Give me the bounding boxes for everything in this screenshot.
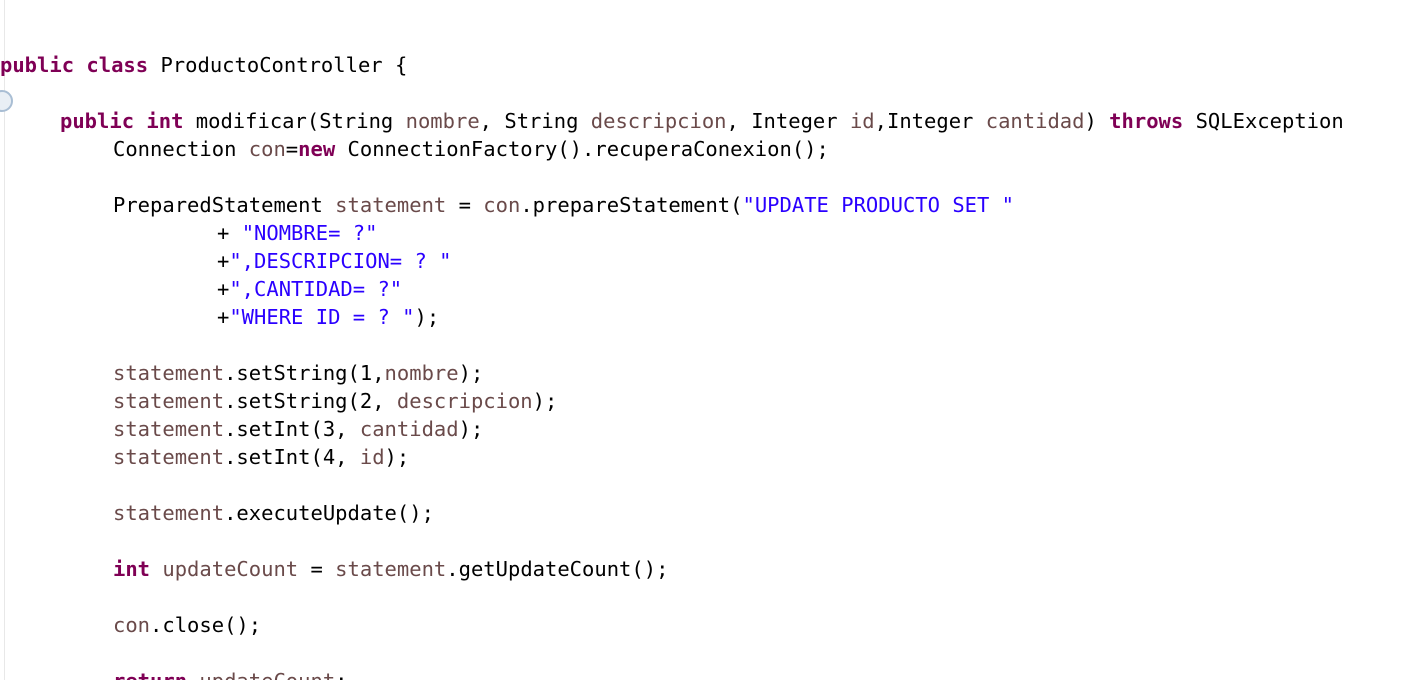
token-kw: int <box>146 108 184 133</box>
line-sql-where[interactable]: +"WHERE ID = ? "); <box>0 303 1418 331</box>
token-pln: Connection <box>113 136 249 161</box>
line-blank-6[interactable] <box>0 583 1418 611</box>
line-connection[interactable]: Connection con=new ConnectionFactory().r… <box>0 135 1418 163</box>
token-str: "UPDATE PRODUCTO SET " <box>742 192 1015 217</box>
line-set-string-2[interactable]: statement.setString(2, descripcion); <box>0 387 1418 415</box>
line-class-decl[interactable]: public class ProductoController { <box>0 51 1418 79</box>
token-var: cantidad <box>985 108 1085 133</box>
token-kw: throws <box>1109 108 1184 133</box>
line-sql-cantidad[interactable]: +",CANTIDAD= ?" <box>0 275 1418 303</box>
token-var: descripcion <box>590 108 727 133</box>
token-pln: + <box>217 220 242 245</box>
line-con-close[interactable]: con.close(); <box>0 611 1418 639</box>
token-kw: public <box>60 108 135 133</box>
line-sql-nombre[interactable]: + "NOMBRE= ?" <box>0 219 1418 247</box>
token-var: statement <box>113 416 225 441</box>
token-pln: = <box>446 192 484 217</box>
token-var: statement <box>113 388 225 413</box>
token-pln: ); <box>384 444 410 469</box>
line-update-count[interactable]: int updateCount = statement.getUpdateCou… <box>0 555 1418 583</box>
token-var: con <box>483 192 521 217</box>
line-blank-1[interactable] <box>0 79 1418 107</box>
line-prepared-statement[interactable]: PreparedStatement statement = con.prepar… <box>0 191 1418 219</box>
token-var: statement <box>335 192 447 217</box>
token-var: statement <box>113 500 225 525</box>
line-blank-4[interactable] <box>0 471 1418 499</box>
line-set-int-3[interactable]: statement.setInt(3, cantidad); <box>0 415 1418 443</box>
token-pln: = <box>285 136 299 161</box>
token-pln: .setString(1, <box>224 360 385 385</box>
token-var: con <box>248 136 286 161</box>
token-pln: .close(); <box>150 612 262 637</box>
token-pln: ProductoController { <box>148 52 408 77</box>
token-pln: .setString(2, <box>224 388 397 413</box>
token-str: "NOMBRE= ?" <box>241 220 378 245</box>
token-pln: .prepareStatement( <box>520 192 743 217</box>
line-set-int-4[interactable]: statement.setInt(4, id); <box>0 443 1418 471</box>
token-pln: modificar(String <box>183 108 406 133</box>
token-pln: ,Integer <box>874 108 986 133</box>
token-pln <box>74 53 86 77</box>
token-pln: ); <box>414 304 440 329</box>
line-execute-update[interactable]: statement.executeUpdate(); <box>0 499 1418 527</box>
token-var: id <box>849 108 875 133</box>
token-pln: + <box>217 276 230 301</box>
token-var: statement <box>113 444 225 469</box>
token-var: id <box>359 444 385 469</box>
token-pln: + <box>217 248 230 273</box>
token-var: updateCount <box>199 669 335 680</box>
token-pln: , String <box>479 108 591 133</box>
token-pln: SQLException <box>1183 108 1344 133</box>
token-pln: ); <box>458 416 484 441</box>
token-kw: class <box>86 52 149 77</box>
token-var: cantidad <box>359 416 459 441</box>
token-pln: , Integer <box>726 108 850 133</box>
token-str: ",CANTIDAD= ?" <box>229 276 403 301</box>
token-pln <box>150 557 162 581</box>
line-blank-3[interactable] <box>0 331 1418 359</box>
token-var: descripcion <box>396 388 533 413</box>
line-blank-5[interactable] <box>0 527 1418 555</box>
token-pln: = <box>298 556 336 581</box>
token-var: nombre <box>384 360 459 385</box>
token-pln: ConnectionFactory().recuperaConexion(); <box>335 136 829 161</box>
token-var: updateCount <box>162 556 299 581</box>
token-str: ",DESCRIPCION= ? " <box>229 248 452 273</box>
token-var: statement <box>335 556 447 581</box>
token-pln: .setInt(3, <box>224 416 360 441</box>
token-pln: .setInt(4, <box>224 444 360 469</box>
token-str: "WHERE ID = ? " <box>229 304 415 329</box>
line-return[interactable]: return updateCount; <box>0 667 1418 680</box>
token-pln <box>187 669 199 680</box>
token-kw: int <box>113 556 151 581</box>
line-sql-descripcion[interactable]: +",DESCRIPCION= ? " <box>0 247 1418 275</box>
token-kw: return <box>113 669 187 680</box>
line-blank-7[interactable] <box>0 639 1418 667</box>
token-pln: ); <box>458 360 484 385</box>
token-pln <box>134 109 146 133</box>
token-pln: ); <box>532 388 558 413</box>
token-pln: + <box>217 304 230 329</box>
token-kw: public <box>0 52 75 77</box>
token-var: statement <box>113 360 225 385</box>
token-pln: .executeUpdate(); <box>224 500 434 525</box>
token-kw: new <box>298 136 336 161</box>
token-pln: ; <box>335 669 347 680</box>
code-content[interactable]: public class ProductoController {public … <box>0 21 1418 680</box>
line-method-signature[interactable]: public int modificar(String nombre, Stri… <box>0 107 1418 135</box>
token-var: con <box>113 612 151 637</box>
line-set-string-1[interactable]: statement.setString(1,nombre); <box>0 359 1418 387</box>
token-var: nombre <box>405 108 480 133</box>
token-pln: ) <box>1084 108 1110 133</box>
line-blank-2[interactable] <box>0 163 1418 191</box>
token-pln: .getUpdateCount(); <box>446 556 669 581</box>
code-editor[interactable]: public class ProductoController {public … <box>0 0 1418 680</box>
token-pln: PreparedStatement <box>113 192 336 217</box>
